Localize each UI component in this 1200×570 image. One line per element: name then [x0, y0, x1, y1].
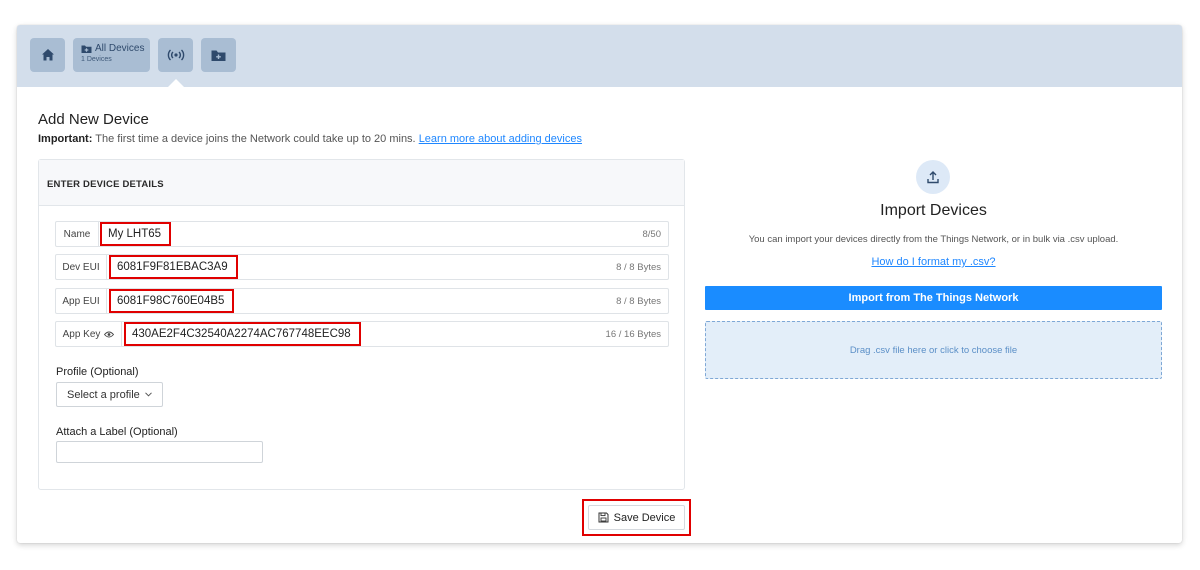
page-title: Add New Device	[38, 111, 149, 128]
folder-icon	[81, 45, 92, 53]
save-device-button[interactable]: Save Device	[588, 505, 685, 530]
upload-icon-badge	[916, 160, 950, 194]
app-eui-field[interactable]: App EUI 6081F98C760E04B5 8 / 8 Bytes	[55, 288, 669, 314]
dev-eui-counter: 8 / 8 Bytes	[616, 261, 661, 273]
eye-icon[interactable]	[104, 331, 115, 338]
home-icon	[41, 49, 54, 61]
import-title: Import Devices	[880, 202, 987, 219]
label-label: Attach a Label (Optional)	[56, 426, 178, 438]
panel-heading: ENTER DEVICE DETAILS	[39, 160, 684, 206]
learn-more-link[interactable]: Learn more about adding devices	[419, 133, 582, 145]
import-ttn-button[interactable]: Import from The Things Network	[705, 286, 1162, 310]
important-note: Important: The first time a device joins…	[38, 133, 582, 145]
name-field[interactable]: Name My LHT65 8/50	[55, 221, 669, 247]
label-input[interactable]	[56, 441, 263, 463]
app-eui-counter: 8 / 8 Bytes	[616, 295, 661, 307]
top-toolbar: All Devices 1 Devices	[17, 25, 1182, 87]
home-button[interactable]	[30, 38, 65, 72]
save-button-highlight: Save Device	[582, 499, 691, 536]
device-count: 1 Devices	[81, 56, 112, 63]
folder-plus-icon	[211, 50, 226, 61]
add-device-card: All Devices 1 Devices Add New Device Imp…	[17, 25, 1182, 543]
device-details-panel: ENTER DEVICE DETAILS Name My LHT65 8/50 …	[38, 159, 685, 490]
csv-format-link[interactable]: How do I format my .csv?	[705, 256, 1162, 268]
dev-eui-label: Dev EUI	[56, 255, 107, 279]
app-eui-input[interactable]: 6081F98C760E04B5	[109, 289, 235, 313]
add-device-button[interactable]	[158, 38, 193, 72]
app-key-counter: 16 / 16 Bytes	[605, 328, 661, 340]
save-button-label: Save Device	[613, 511, 676, 524]
app-key-field[interactable]: App Key 430AE2F4C32540A2274AC767748EEC98…	[55, 321, 669, 347]
save-icon	[598, 512, 609, 523]
new-folder-button[interactable]	[201, 38, 236, 72]
signal-icon	[167, 49, 184, 61]
important-label: Important:	[38, 133, 93, 145]
profile-label: Profile (Optional)	[56, 366, 139, 378]
active-tab-caret	[168, 79, 184, 87]
profile-select[interactable]: Select a profile	[56, 382, 163, 407]
profile-select-value: Select a profile	[67, 388, 140, 401]
dev-eui-field[interactable]: Dev EUI 6081F9F81EBAC3A9 8 / 8 Bytes	[55, 254, 669, 280]
csv-dropzone[interactable]: Drag .csv file here or click to choose f…	[705, 321, 1162, 379]
all-devices-button[interactable]: All Devices 1 Devices	[73, 38, 150, 72]
upload-icon	[927, 171, 939, 184]
all-devices-label: All Devices	[95, 43, 145, 54]
name-counter: 8/50	[642, 228, 662, 240]
chevron-down-icon	[144, 392, 152, 397]
name-field-label: Name	[56, 222, 99, 246]
app-key-label: App Key	[62, 328, 101, 340]
app-eui-label: App EUI	[56, 289, 107, 313]
app-key-input[interactable]: 430AE2F4C32540A2274AC767748EEC98	[124, 322, 361, 346]
app-key-label-wrap: App Key	[56, 322, 122, 346]
important-text: The first time a device joins the Networ…	[92, 133, 419, 145]
name-input[interactable]: My LHT65	[100, 222, 172, 246]
import-description: You can import your devices directly fro…	[748, 234, 1119, 245]
dev-eui-input[interactable]: 6081F9F81EBAC3A9	[109, 255, 238, 279]
